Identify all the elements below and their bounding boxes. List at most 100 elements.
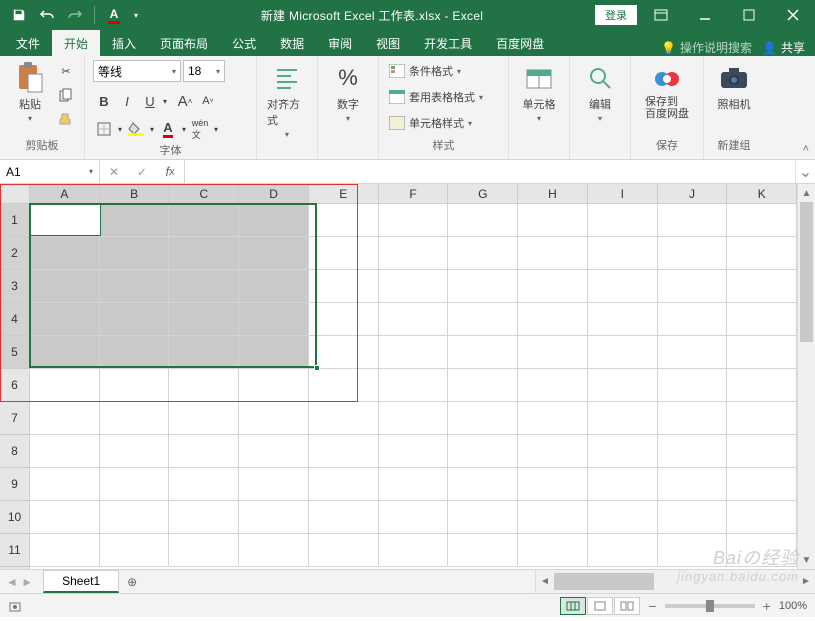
cut-button[interactable]: ✂ [56,60,76,82]
collapse-ribbon-icon[interactable]: ˄ [803,143,809,155]
col-header[interactable]: H [518,184,588,203]
tab-formulas[interactable]: 公式 [220,30,268,56]
page-layout-view-button[interactable] [587,597,613,615]
phonetic-dropdown[interactable]: ▾ [212,118,220,140]
fill-color-button[interactable] [125,118,147,140]
table-format-button[interactable]: 套用表格格式 ▾ [387,86,485,108]
font-color-dropdown[interactable]: ▾ [180,118,188,140]
expand-formula-icon[interactable]: ⌄ [795,160,815,183]
alignment-button[interactable]: 对齐方式 ▾ [265,60,309,141]
row-header[interactable]: 3 [0,270,29,303]
camera-button[interactable]: 照相机 [712,60,756,114]
col-header[interactable]: E [309,184,379,203]
number-button[interactable]: % 数字 ▾ [326,60,370,125]
increase-font-button[interactable]: A˄ [174,90,196,112]
add-sheet-button[interactable]: ⊕ [119,570,145,593]
font-color-qat-icon[interactable]: A [101,2,127,28]
select-all-corner[interactable] [0,184,30,204]
vertical-scrollbar[interactable]: ▲ ▼ [797,184,815,569]
font-name-select[interactable]: 等线▾ [93,60,181,82]
font-color-button[interactable]: A [157,118,179,140]
tab-dev[interactable]: 开发工具 [412,30,484,56]
tell-me-search[interactable]: 💡 操作说明搜索 [661,39,752,56]
formula-input[interactable] [185,160,795,183]
col-header[interactable]: A [30,184,100,203]
format-painter-button[interactable] [56,108,76,130]
zoom-out-button[interactable]: − [648,598,656,614]
italic-button[interactable]: I [116,90,138,112]
tab-layout[interactable]: 页面布局 [148,30,220,56]
tab-insert[interactable]: 插入 [100,30,148,56]
close-icon[interactable] [773,0,813,30]
zoom-in-button[interactable]: + [763,598,771,614]
borders-dropdown[interactable]: ▾ [116,118,124,140]
scroll-right-icon[interactable]: ► [797,576,815,587]
col-header[interactable]: J [658,184,728,203]
scroll-left-icon[interactable]: ◄ [536,576,554,587]
fill-color-dropdown[interactable]: ▾ [148,118,156,140]
underline-dropdown[interactable]: ▾ [162,90,168,112]
borders-button[interactable] [93,118,115,140]
minimize-icon[interactable] [685,0,725,30]
sheet-tab[interactable]: Sheet1 [43,570,119,593]
row-header[interactable]: 9 [0,468,29,501]
row-header[interactable]: 7 [0,402,29,435]
normal-view-button[interactable] [560,597,586,615]
col-header[interactable]: I [588,184,658,203]
underline-button[interactable]: U [139,90,161,112]
row-header[interactable]: 11 [0,534,29,567]
share-button[interactable]: 👤 共享 [762,39,805,56]
zoom-level[interactable]: 100% [779,600,807,612]
tab-home[interactable]: 开始 [52,30,100,56]
baidu-save-button[interactable]: 保存到 百度网盘 [639,60,695,122]
cells-area[interactable] [30,204,797,569]
tab-view[interactable]: 视图 [364,30,412,56]
font-size-select[interactable]: 18▾ [183,60,225,82]
row-header[interactable]: 6 [0,369,29,402]
col-header[interactable]: C [169,184,239,203]
qat-customize-icon[interactable]: ▾ [129,2,143,28]
row-header[interactable]: 5 [0,336,29,369]
row-header[interactable]: 10 [0,501,29,534]
col-header[interactable]: G [448,184,518,203]
phonetic-button[interactable]: wén文 [189,118,211,140]
zoom-slider[interactable] [665,604,755,608]
fill-handle[interactable] [314,365,320,371]
scroll-up-icon[interactable]: ▲ [798,184,815,202]
redo-icon[interactable] [62,2,88,28]
col-header[interactable]: D [239,184,309,203]
login-button[interactable]: 登录 [595,5,637,25]
ribbon-display-icon[interactable] [641,0,681,30]
editing-button[interactable]: 编辑 ▾ [578,60,622,125]
tab-file[interactable]: 文件 [4,30,52,56]
col-header[interactable]: F [379,184,449,203]
col-header[interactable]: B [100,184,170,203]
undo-icon[interactable] [34,2,60,28]
row-header[interactable]: 8 [0,435,29,468]
copy-button[interactable] [56,84,76,106]
scroll-down-icon[interactable]: ▼ [798,551,815,569]
page-break-view-button[interactable] [614,597,640,615]
row-header[interactable]: 2 [0,237,29,270]
fx-icon[interactable]: fx [156,164,184,179]
cancel-fx-icon[interactable]: ✕ [100,165,128,179]
conditional-format-button[interactable]: 条件格式 ▾ [387,60,463,82]
col-header[interactable]: K [727,184,797,203]
cell-styles-button[interactable]: 单元格样式 ▾ [387,112,474,134]
row-header[interactable]: 1 [0,204,29,237]
tab-review[interactable]: 审阅 [316,30,364,56]
macro-record-icon[interactable] [8,599,22,613]
enter-fx-icon[interactable]: ✓ [128,165,156,179]
save-icon[interactable] [6,2,32,28]
row-header[interactable]: 4 [0,303,29,336]
cells-button[interactable]: 单元格 ▾ [517,60,561,125]
name-box[interactable]: A1▾ [0,160,100,183]
bold-button[interactable]: B [93,90,115,112]
maximize-icon[interactable] [729,0,769,30]
tab-data[interactable]: 数据 [268,30,316,56]
sheet-nav[interactable]: ◄ ► [0,570,39,593]
scroll-thumb[interactable] [800,202,813,342]
tab-baidu[interactable]: 百度网盘 [484,30,556,56]
scroll-thumb[interactable] [554,573,654,590]
horizontal-scrollbar[interactable]: ◄ ► [535,570,815,593]
